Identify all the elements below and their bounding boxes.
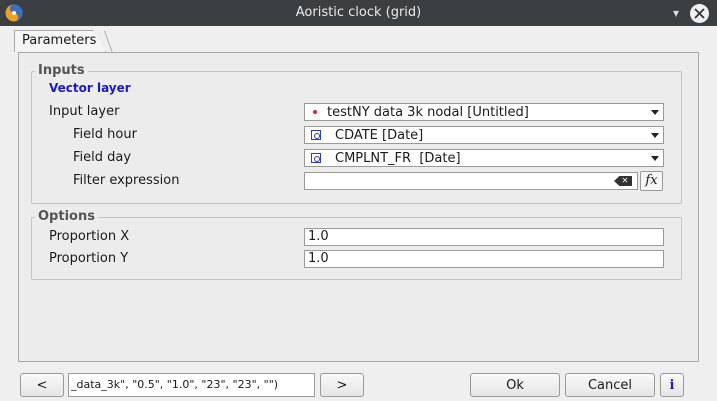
inputs-group-title: Inputs [35, 63, 88, 78]
field-day-combo[interactable]: CMPLNT_FR [Date] [304, 149, 664, 167]
options-group-title: Options [35, 209, 98, 224]
field-day-label: Field day [73, 150, 132, 165]
proportion-y-label: Proportion Y [49, 251, 129, 266]
tab-parameters[interactable]: Parameters [14, 30, 106, 52]
info-button[interactable]: i [660, 373, 684, 397]
options-group [31, 217, 682, 280]
expression-builder-button[interactable]: fx [640, 171, 663, 191]
proportion-y-input[interactable]: 1.0 [304, 250, 664, 268]
point-layer-icon [311, 108, 319, 116]
field-day-value: CMPLNT_FR [Date] [335, 150, 461, 166]
field-hour-combo[interactable]: CDATE [Date] [304, 126, 664, 144]
close-button[interactable] [690, 4, 709, 23]
vector-layer-heading: Vector layer [49, 81, 131, 95]
ok-button[interactable]: Ok [470, 373, 560, 397]
close-icon [694, 8, 705, 19]
filter-expression-input[interactable] [304, 172, 638, 190]
chevron-down-icon [651, 133, 659, 138]
window-title: Aoristic clock (grid) [295, 5, 422, 20]
filter-expression-label: Filter expression [73, 173, 180, 188]
field-hour-label: Field hour [73, 127, 137, 142]
tab-edge [104, 31, 114, 53]
next-button[interactable]: > [320, 373, 364, 397]
previous-button[interactable]: < [20, 373, 64, 397]
chevron-down-icon [651, 156, 659, 161]
input-layer-label: Input layer [49, 104, 120, 119]
cancel-button[interactable]: Cancel [565, 373, 655, 397]
chevron-down-icon [651, 110, 659, 115]
proportion-x-label: Proportion X [49, 229, 130, 244]
title-bar: Aoristic clock (grid) ▾ [0, 0, 717, 26]
input-layer-value: testNY data 3k nodal [Untitled] [327, 104, 529, 120]
proportion-x-input[interactable]: 1.0 [304, 228, 664, 246]
command-field[interactable]: _data_3k", "0.5", "1.0", "23", "23", "") [68, 373, 315, 397]
minimize-button[interactable]: ▾ [666, 3, 686, 23]
field-hour-value: CDATE [Date] [335, 127, 424, 143]
field-icon [311, 130, 321, 140]
field-icon [311, 153, 321, 163]
input-layer-combo[interactable]: testNY data 3k nodal [Untitled] [304, 103, 664, 121]
